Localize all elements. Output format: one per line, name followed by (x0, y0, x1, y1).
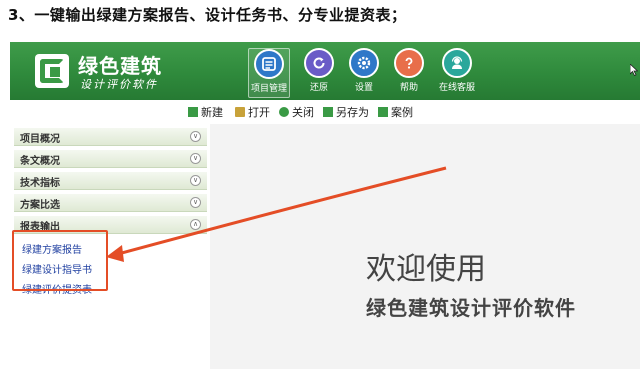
welcome-title: 欢迎使用 (366, 252, 486, 287)
project-manage-label: 项目管理 (250, 84, 287, 94)
mouse-cursor-icon (629, 63, 639, 79)
menu-label: 技术指标 (20, 178, 60, 189)
settings-label: 设置 (354, 83, 373, 93)
menu-scheme-comparison[interactable]: 方案比选 ∨ (14, 194, 207, 212)
online-service-button[interactable]: 在线客服 (436, 48, 478, 98)
brand-subtitle: 设计评价软件 (80, 78, 158, 91)
settings-button[interactable]: 设置 (343, 48, 385, 98)
open-button[interactable]: 打开 (235, 104, 270, 120)
menu-label: 方案比选 (20, 200, 60, 211)
menu-project-overview[interactable]: 项目概况 ∨ (14, 128, 207, 146)
project-manage-icon (254, 49, 284, 79)
settings-icon (349, 48, 379, 78)
welcome-subtitle: 绿色建筑设计评价软件 (366, 296, 576, 320)
menu-label: 条文概况 (20, 156, 60, 167)
chevron-up-icon: ∧ (190, 219, 201, 230)
secondary-toolbar: 新建 打开 关闭 另存为 案例 (10, 102, 640, 122)
case-icon (378, 107, 388, 117)
help-button[interactable]: 帮助 (388, 48, 430, 98)
open-label: 打开 (248, 106, 270, 119)
save-as-label: 另存为 (336, 106, 369, 119)
save-as-icon (323, 107, 333, 117)
help-label: 帮助 (399, 83, 418, 93)
project-manage-button[interactable]: 项目管理 (248, 48, 290, 98)
highlight-box (12, 230, 108, 291)
close-icon (279, 107, 289, 117)
online-service-label: 在线客服 (438, 83, 475, 93)
help-icon (394, 48, 424, 78)
screenshot: 3、一键输出绿建方案报告、设计任务书、分专业提资表； 绿色建筑 设计评价软件 项… (0, 0, 640, 369)
app-logo-icon (35, 54, 69, 88)
menu-clause-overview[interactable]: 条文概况 ∨ (14, 150, 207, 168)
caption-text: 3、一键输出绿建方案报告、设计任务书、分专业提资表； (8, 6, 407, 24)
chevron-down-icon: ∨ (190, 197, 201, 208)
open-folder-icon (235, 107, 245, 117)
restore-icon (304, 48, 334, 78)
restore-button[interactable]: 还原 (298, 48, 340, 98)
brand-title: 绿色建筑 (78, 54, 162, 78)
case-button[interactable]: 案例 (378, 104, 413, 120)
close-button[interactable]: 关闭 (279, 104, 314, 120)
chevron-down-icon: ∨ (190, 175, 201, 186)
restore-label: 还原 (309, 83, 328, 93)
new-file-icon (188, 107, 198, 117)
app-header: 绿色建筑 设计评价软件 项目管理 还原 设置 帮助 在线客服 (10, 42, 640, 100)
online-service-icon (442, 48, 472, 78)
menu-technical-indicators[interactable]: 技术指标 ∨ (14, 172, 207, 190)
new-button[interactable]: 新建 (188, 104, 223, 120)
save-as-button[interactable]: 另存为 (323, 104, 369, 120)
new-label: 新建 (201, 106, 223, 119)
case-label: 案例 (391, 106, 413, 119)
menu-label: 项目概况 (20, 134, 60, 145)
close-label: 关闭 (292, 106, 314, 119)
chevron-down-icon: ∨ (190, 153, 201, 164)
chevron-down-icon: ∨ (190, 131, 201, 142)
